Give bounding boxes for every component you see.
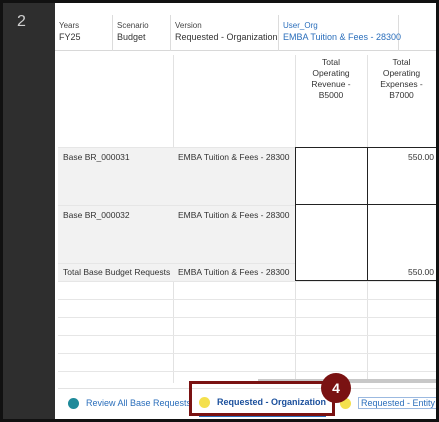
status-dot-icon <box>68 397 79 409</box>
pov-label: User_Org <box>283 21 318 30</box>
screenshot-frame: 2 Years FY25 Scenario Budget Version Req… <box>0 0 439 422</box>
pov-label: Scenario <box>117 21 149 30</box>
column-header-expenses: Total Operating Expenses - B7000 <box>380 57 423 100</box>
row-label-total: Total Base Budget Requests <box>63 267 171 277</box>
pov-bar: Years FY25 Scenario Budget Version Reque… <box>55 15 436 51</box>
data-cell-revenue[interactable] <box>295 147 368 205</box>
row-org: EMBA Tuition & Fees - 28300 <box>178 267 290 277</box>
pov-value: EMBA Tuition & Fees - 28300 <box>283 32 402 42</box>
pov-scenario[interactable]: Scenario Budget <box>113 15 171 51</box>
column-header-revenue: Total Operating Revenue - B5000 <box>311 57 351 100</box>
step-rail: 2 <box>3 3 55 419</box>
pov-user-org[interactable]: User_Org EMBA Tuition & Fees - 28300 <box>279 15 402 51</box>
pov-years[interactable]: Years FY25 <box>55 15 113 51</box>
pov-value: Requested - Organization <box>175 32 278 42</box>
step-number: 2 <box>17 13 26 30</box>
row-label: Base BR_000032 <box>63 210 130 220</box>
row-line <box>58 353 436 354</box>
row-line <box>58 371 436 372</box>
row-line <box>58 317 436 318</box>
tab-label: Review All Base Requests <box>86 398 192 408</box>
data-cell-revenue[interactable] <box>295 204 368 281</box>
tab-label: Requested - Entity <box>358 397 436 409</box>
tab-review-all-base-requests[interactable]: Review All Base Requests <box>68 389 191 417</box>
pov-value: Budget <box>117 32 146 42</box>
pov-version[interactable]: Version Requested - Organization <box>171 15 279 51</box>
row-line <box>58 299 436 300</box>
pov-label: Years <box>59 21 80 30</box>
data-grid: Total Operating Revenue - B5000 Total Op… <box>58 55 436 383</box>
callout-badge: 4 <box>321 373 351 403</box>
row-org: EMBA Tuition & Fees - 28300 <box>178 152 290 162</box>
pov-label: Version <box>175 21 202 30</box>
cell-value: 550.00 <box>408 152 434 162</box>
callout-highlight-box <box>189 381 335 416</box>
pov-value: FY25 <box>59 32 81 42</box>
row-line <box>58 335 436 336</box>
tab-requested-entity[interactable]: Requested - Entity <box>340 389 436 417</box>
row-label: Base BR_000031 <box>63 152 130 162</box>
cell-value: 550.00 <box>408 267 434 277</box>
row-line <box>58 281 436 282</box>
row-org: EMBA Tuition & Fees - 28300 <box>178 210 290 220</box>
